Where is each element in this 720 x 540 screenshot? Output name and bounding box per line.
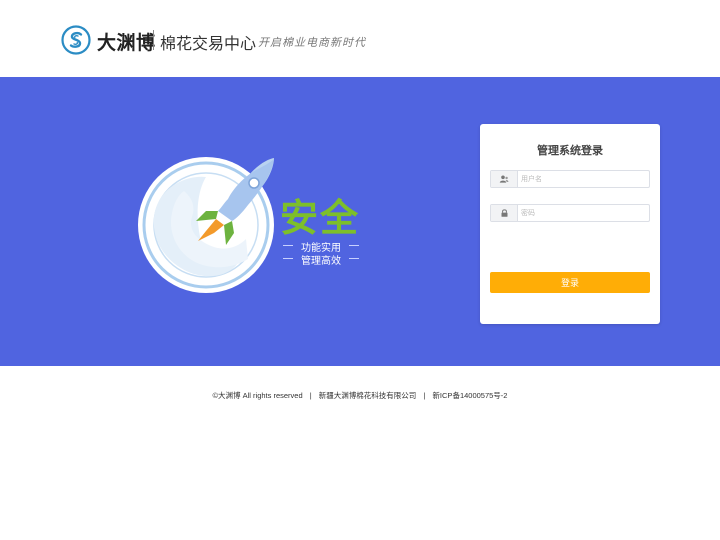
icp-link[interactable]: 新ICP备14000575号-2 [432,391,507,400]
user-icon [499,175,509,183]
brand-name: 大渊博 [97,33,156,54]
password-field [490,204,650,222]
login-card: 管理系统登录 登录 [480,124,660,324]
header-divider [153,30,154,50]
login-button[interactable]: 登录 [490,272,650,293]
username-addon [491,171,518,187]
lock-icon [501,209,507,217]
password-addon [491,205,518,221]
footer-separator: | [423,391,426,400]
logo-mark-icon[interactable] [61,25,91,55]
copyright-text: ©大渊博 All rights reserved [212,391,303,400]
username-input[interactable] [521,172,646,186]
login-title: 管理系统登录 [537,145,603,157]
username-field [490,170,650,188]
footer: ©大渊博 All rights reserved | 新疆大渊博棉花科技有限公司… [0,390,720,401]
footer-separator: | [309,391,312,400]
header: 大渊博 棉花交易中心 开启棉业电商新时代 [0,0,720,77]
site-subtitle: 棉花交易中心 [160,36,257,53]
company-name: 新疆大渊博棉花科技有限公司 [318,391,417,400]
hero-title: 安全 [280,195,361,240]
slogan: 开启棉业电商新时代 [258,37,366,49]
hero-line-2: 管理高效 [283,252,359,267]
password-input[interactable] [521,206,646,220]
